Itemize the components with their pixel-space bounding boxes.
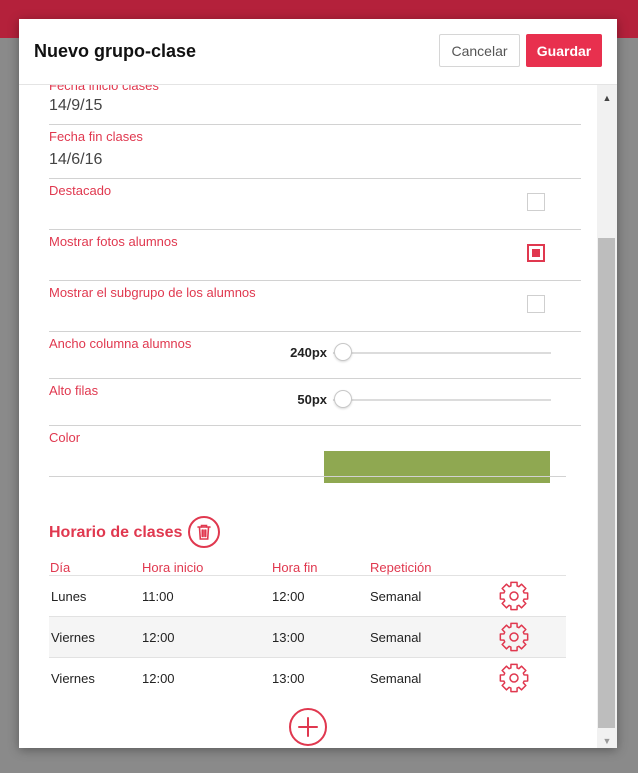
gear-icon[interactable] — [497, 579, 531, 613]
row-height-slider-handle[interactable] — [334, 390, 352, 408]
cell-repeat: Semanal — [370, 671, 422, 686]
divider — [49, 425, 581, 426]
trash-icon — [197, 524, 211, 540]
cell-end: 13:00 — [272, 630, 305, 645]
column-width-slider-track[interactable] — [333, 352, 551, 354]
add-schedule-button[interactable] — [289, 708, 327, 746]
cell-repeat: Semanal — [370, 630, 422, 645]
scroll-down-arrow-icon[interactable]: ▼ — [597, 736, 617, 746]
delete-schedule-button[interactable] — [188, 516, 220, 548]
cell-day: Lunes — [51, 589, 87, 604]
scrollbar[interactable]: ▲ ▼ — [597, 85, 617, 748]
table-row: Lunes 11:00 12:00 Semanal — [49, 575, 566, 616]
start-date-field[interactable]: 14/9/15 — [49, 97, 102, 115]
column-header-start: Hora inicio — [142, 560, 204, 575]
featured-checkbox[interactable] — [527, 193, 545, 211]
divider — [49, 280, 581, 281]
cell-end: 12:00 — [272, 589, 305, 604]
schedule-title: Horario de clases — [49, 524, 183, 541]
color-swatch[interactable] — [324, 451, 550, 483]
column-header-day: Día — [50, 560, 71, 575]
scroll-up-arrow-icon[interactable]: ▲ — [597, 93, 617, 103]
end-date-label: Fecha fin clases — [49, 129, 143, 144]
gear-icon[interactable] — [497, 620, 531, 654]
divider — [49, 476, 566, 477]
cell-end: 13:00 — [272, 671, 305, 686]
featured-label: Destacado — [49, 183, 112, 198]
dialog-title: Nuevo grupo-clase — [34, 41, 197, 61]
end-date-field[interactable]: 14/6/16 — [49, 151, 102, 169]
gear-icon[interactable] — [497, 661, 531, 695]
cell-day: Viernes — [51, 630, 95, 645]
cell-day: Viernes — [51, 671, 95, 686]
divider — [49, 178, 581, 179]
cell-start: 12:00 — [142, 630, 175, 645]
table-row: Viernes 12:00 13:00 Semanal — [49, 616, 566, 657]
show-photos-label: Mostrar fotos alumnos — [49, 234, 178, 249]
dialog-content[interactable]: Fecha inicio clases 14/9/15 Fecha fin cl… — [19, 85, 597, 748]
table-row: Viernes 12:00 13:00 Semanal — [49, 657, 566, 698]
show-subgroup-label: Mostrar el subgrupo de los alumnos — [49, 285, 256, 300]
save-button[interactable]: Guardar — [526, 34, 602, 67]
column-width-slider-handle[interactable] — [334, 343, 352, 361]
show-photos-checkbox[interactable] — [527, 244, 545, 262]
show-subgroup-checkbox[interactable] — [527, 295, 545, 313]
column-header-repeat: Repetición — [370, 560, 432, 575]
dialog-header: Nuevo grupo-clase Cancelar Guardar — [19, 19, 617, 85]
scrollbar-thumb[interactable] — [598, 238, 615, 728]
cell-start: 11:00 — [142, 589, 174, 604]
row-height-slider-track[interactable] — [333, 399, 551, 401]
column-header-end: Hora fin — [272, 560, 318, 575]
row-height-value: 50px — [297, 392, 327, 407]
cell-start: 12:00 — [142, 671, 175, 686]
column-width-value: 240px — [290, 345, 327, 360]
color-label: Color — [49, 430, 81, 445]
divider — [49, 124, 581, 125]
plus-icon — [298, 717, 318, 737]
divider — [49, 378, 581, 379]
divider — [49, 229, 581, 230]
new-class-group-dialog: Nuevo grupo-clase Cancelar Guardar Fecha… — [19, 19, 617, 748]
cancel-button[interactable]: Cancelar — [439, 34, 520, 67]
column-width-label: Ancho columna alumnos — [49, 336, 192, 351]
row-height-label: Alto filas — [49, 383, 99, 398]
start-date-label: Fecha inicio clases — [49, 85, 159, 93]
divider — [49, 331, 581, 332]
cell-repeat: Semanal — [370, 589, 422, 604]
